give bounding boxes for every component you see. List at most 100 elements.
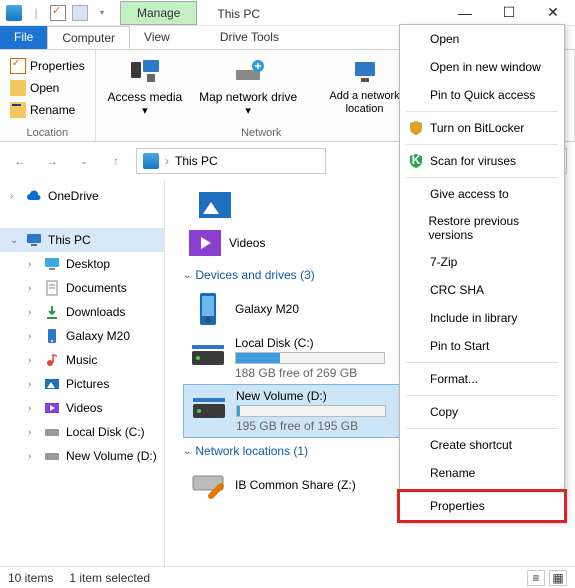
drive-usage-bar xyxy=(235,352,385,364)
chevron-icon: › xyxy=(10,191,20,202)
tree-item-label: New Volume (D:) xyxy=(66,449,157,463)
ctx-item-restore-previous-versions[interactable]: Restore previous versions xyxy=(400,208,564,248)
close-button[interactable]: ✕ xyxy=(531,0,575,25)
open-button[interactable]: Open xyxy=(6,78,89,98)
tree-item-local-disk-c-[interactable]: › Local Disk (C:) xyxy=(0,420,164,444)
tree-item-downloads[interactable]: ›Downloads xyxy=(0,300,164,324)
tab-file[interactable]: File xyxy=(0,26,47,49)
music-icon xyxy=(44,352,60,368)
chevron-icon: › xyxy=(28,259,38,270)
view-tiles-button[interactable]: ▦ xyxy=(549,570,567,586)
forward-button[interactable]: → xyxy=(40,149,64,173)
up-button[interactable]: ↑ xyxy=(104,149,128,173)
app-icon xyxy=(6,5,22,21)
ctx-item-label: Turn on BitLocker xyxy=(430,121,524,135)
context-menu: OpenOpen in new windowPin to Quick acces… xyxy=(399,24,565,521)
desktop-icon xyxy=(44,256,60,272)
ctx-item-pin-to-start[interactable]: Pin to Start xyxy=(400,332,564,360)
map-drive-icon xyxy=(232,56,264,88)
network-share-item[interactable]: IB Common Share (Z:) xyxy=(183,462,433,508)
tree-item-music[interactable]: ›Music xyxy=(0,348,164,372)
properties-icon: ✓ xyxy=(10,58,26,74)
tree-item-label: Galaxy M20 xyxy=(66,329,130,343)
documents-icon xyxy=(44,280,60,296)
minimize-button[interactable]: — xyxy=(443,0,487,25)
ctx-item-include-in-library[interactable]: Include in library xyxy=(400,304,564,332)
tab-drive-tools[interactable]: Drive Tools xyxy=(206,26,293,49)
ctx-item-properties[interactable]: Properties xyxy=(400,492,564,520)
monitor-icon xyxy=(26,232,42,248)
address-text: This PC xyxy=(175,154,218,168)
svg-text:K: K xyxy=(412,153,421,167)
drive-item-galaxy-m20[interactable]: Galaxy M20 xyxy=(183,286,433,332)
properties-button[interactable]: ✓Properties xyxy=(6,56,89,76)
folder-open-icon xyxy=(10,80,26,96)
disk-icon xyxy=(44,424,60,440)
chevron-icon: › xyxy=(28,379,38,390)
drive-item-local-disk-c-[interactable]: Local Disk (C:)188 GB free of 269 GB xyxy=(183,332,433,384)
ssd-icon xyxy=(190,392,228,430)
chevron-icon: ⌄ xyxy=(10,235,20,246)
qat-folder-icon[interactable] xyxy=(72,5,88,21)
chevron-icon: › xyxy=(28,307,38,318)
ctx-item-label: Rename xyxy=(430,466,475,480)
tree-item-galaxy-m20[interactable]: ›Galaxy M20 xyxy=(0,324,164,348)
drive-item-new-volume-d-[interactable]: New Volume (D:) 195 GB free of 195 GB xyxy=(183,384,433,438)
tree-item-label: Local Disk (C:) xyxy=(66,425,145,439)
map-network-drive-button[interactable]: Map network drive ▾ xyxy=(194,52,302,125)
drive-name: New Volume (D:) xyxy=(236,389,386,403)
tree-item-label: Pictures xyxy=(66,377,109,391)
tree-item-videos[interactable]: ›Videos xyxy=(0,396,164,420)
ctx-item-label: Properties xyxy=(430,499,485,513)
tree-item-this-pc[interactable]: ⌄This PC xyxy=(0,228,164,252)
ctx-item-give-access-to[interactable]: Give access to xyxy=(400,180,564,208)
drive-free-text: 195 GB free of 195 GB xyxy=(236,419,386,433)
ctx-item-label: Pin to Start xyxy=(430,339,489,353)
tree-item-label: Videos xyxy=(66,401,102,415)
ctx-item-turn-on-bitlocker[interactable]: Turn on BitLocker xyxy=(400,114,564,142)
ctx-item-label: CRC SHA xyxy=(430,283,484,297)
status-item-count: 10 items xyxy=(8,571,53,585)
view-details-button[interactable]: ≡ xyxy=(527,570,545,586)
ctx-item-7-zip[interactable]: 7-Zip xyxy=(400,248,564,276)
contextual-tab-manage[interactable]: Manage xyxy=(120,1,197,25)
ctx-item-rename[interactable]: Rename xyxy=(400,459,564,487)
tree-item-onedrive[interactable]: ›OneDrive xyxy=(0,184,164,208)
ctx-item-crc-sha[interactable]: CRC SHA xyxy=(400,276,564,304)
back-button[interactable]: ← xyxy=(8,149,32,173)
title-bar: | ✓ ▾ Manage This PC — ☐ ✕ xyxy=(0,0,575,26)
tree-item-pictures[interactable]: › Pictures xyxy=(0,372,164,396)
rename-button[interactable]: Rename xyxy=(6,100,89,120)
tree-item-desktop[interactable]: › Desktop xyxy=(0,252,164,276)
recent-button[interactable]: ⌄ xyxy=(72,149,96,173)
tree-item-documents[interactable]: ›Documents xyxy=(0,276,164,300)
network-drive-icon xyxy=(189,466,227,504)
ctx-item-open[interactable]: Open xyxy=(400,25,564,53)
tab-computer[interactable]: Computer xyxy=(47,26,130,49)
chevron-icon: › xyxy=(28,427,38,438)
chevron-icon: › xyxy=(28,451,38,462)
ctx-item-format-[interactable]: Format... xyxy=(400,365,564,393)
group-label-location: Location xyxy=(6,125,89,141)
navigation-pane[interactable]: ›OneDrive ⌄This PC › Desktop ›Documents›Down… xyxy=(0,180,165,568)
access-media-button[interactable]: Access media ▾ xyxy=(102,52,188,125)
tab-view[interactable]: View xyxy=(130,26,184,49)
ssd-icon xyxy=(189,339,227,377)
tree-item-new-volume-d-[interactable]: › New Volume (D:) xyxy=(0,444,164,468)
add-location-icon xyxy=(349,56,381,88)
tree-item-label: Desktop xyxy=(66,257,110,271)
qat-checkbox-icon[interactable]: ✓ xyxy=(50,5,66,21)
maximize-button[interactable]: ☐ xyxy=(487,0,531,25)
ctx-item-scan-for-viruses[interactable]: KScan for viruses xyxy=(400,147,564,175)
drive-free-text: 188 GB free of 269 GB xyxy=(235,366,385,380)
chevron-icon: › xyxy=(28,283,38,294)
ctx-item-pin-to-quick-access[interactable]: Pin to Quick access xyxy=(400,81,564,109)
ctx-item-create-shortcut[interactable]: Create shortcut xyxy=(400,431,564,459)
ctx-item-label: Format... xyxy=(430,372,478,386)
qat-dropdown-icon[interactable]: ▾ xyxy=(94,5,110,21)
phone-icon xyxy=(44,328,60,344)
ctx-item-copy[interactable]: Copy xyxy=(400,398,564,426)
ctx-item-open-in-new-window[interactable]: Open in new window xyxy=(400,53,564,81)
address-bar[interactable]: › This PC xyxy=(136,148,326,174)
qat-divider: | xyxy=(28,5,44,21)
